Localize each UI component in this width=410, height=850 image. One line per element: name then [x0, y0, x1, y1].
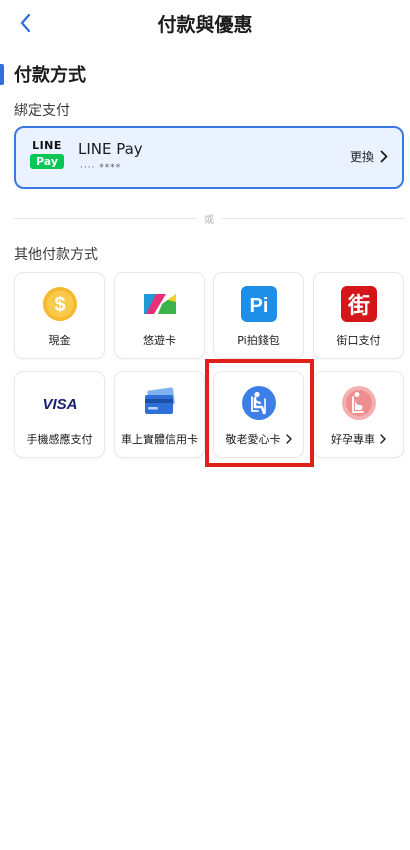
payment-method-label: 街口支付: [336, 334, 381, 347]
chevron-right-icon: [380, 434, 386, 444]
payment-method-easycard[interactable]: 悠遊卡: [114, 272, 205, 359]
section-accent-bar: [0, 63, 4, 85]
chevron-right-icon: [380, 150, 388, 163]
pi-wallet-icon: Pi: [240, 286, 277, 322]
change-payment-button[interactable]: 更換: [350, 148, 388, 165]
change-label: 更換: [349, 150, 374, 164]
page-title: 付款與優惠: [157, 14, 253, 36]
payment-method-label: Pi拍錢包: [237, 334, 280, 347]
nav-bar: 付款與優惠: [0, 0, 410, 48]
jkopay-icon: 街: [340, 286, 377, 322]
payment-method-label: 車上實體信用卡: [121, 433, 198, 446]
linepay-name: LINE Pay: [78, 140, 143, 158]
payment-method-label: 悠遊卡: [143, 334, 176, 347]
linepay-logo: LINE Pay: [30, 139, 64, 177]
payment-method-credit-card[interactable]: 車上實體信用卡: [114, 371, 205, 458]
section-title-text: 付款方式: [14, 65, 86, 86]
credit-card-icon: [144, 387, 175, 414]
easycard-icon: [143, 294, 176, 314]
payment-method-contactless[interactable]: VISA 手機感應支付: [14, 371, 105, 458]
payment-method-label: 手機感應支付: [26, 433, 93, 446]
linepay-card[interactable]: LINE Pay LINE Pay ···· **** 更換: [14, 126, 404, 189]
divider-or-text: 或: [204, 214, 214, 226]
payment-method-pregnancy-ride[interactable]: 好孕專車: [313, 371, 404, 458]
cash-coin-icon: $: [42, 287, 77, 321]
visa-icon: VISA: [42, 396, 77, 413]
payment-method-cash[interactable]: $ 現金: [14, 272, 105, 359]
payment-method-label-row: 好孕專車: [314, 431, 403, 447]
bound-payment-label: 綁定支付: [14, 103, 70, 119]
divider-line: [222, 217, 404, 219]
linepay-masked-number: ···· ****: [80, 163, 122, 173]
linepay-logo-line: LINE: [32, 139, 62, 152]
highlight-box: [205, 359, 314, 467]
pi-icon-glyph: Pi: [249, 295, 268, 317]
divider-line: [14, 217, 196, 219]
cash-icon-glyph: $: [54, 294, 65, 316]
linepay-logo-pay: Pay: [30, 154, 64, 169]
payment-method-pi-wallet[interactable]: Pi Pi拍錢包: [213, 272, 304, 359]
visa-icon-text: VISA: [42, 396, 77, 413]
or-divider: 或: [14, 209, 404, 227]
payment-method-label: 現金: [48, 334, 71, 347]
section-title-payment: 付款方式: [0, 63, 86, 86]
other-payment-label: 其他付款方式: [14, 247, 98, 263]
jko-icon-glyph: 街: [346, 293, 369, 319]
pregnant-seat-icon: [341, 386, 376, 420]
payment-method-jkopay[interactable]: 街 街口支付: [313, 272, 404, 359]
payment-method-label: 好孕專車: [331, 433, 375, 446]
